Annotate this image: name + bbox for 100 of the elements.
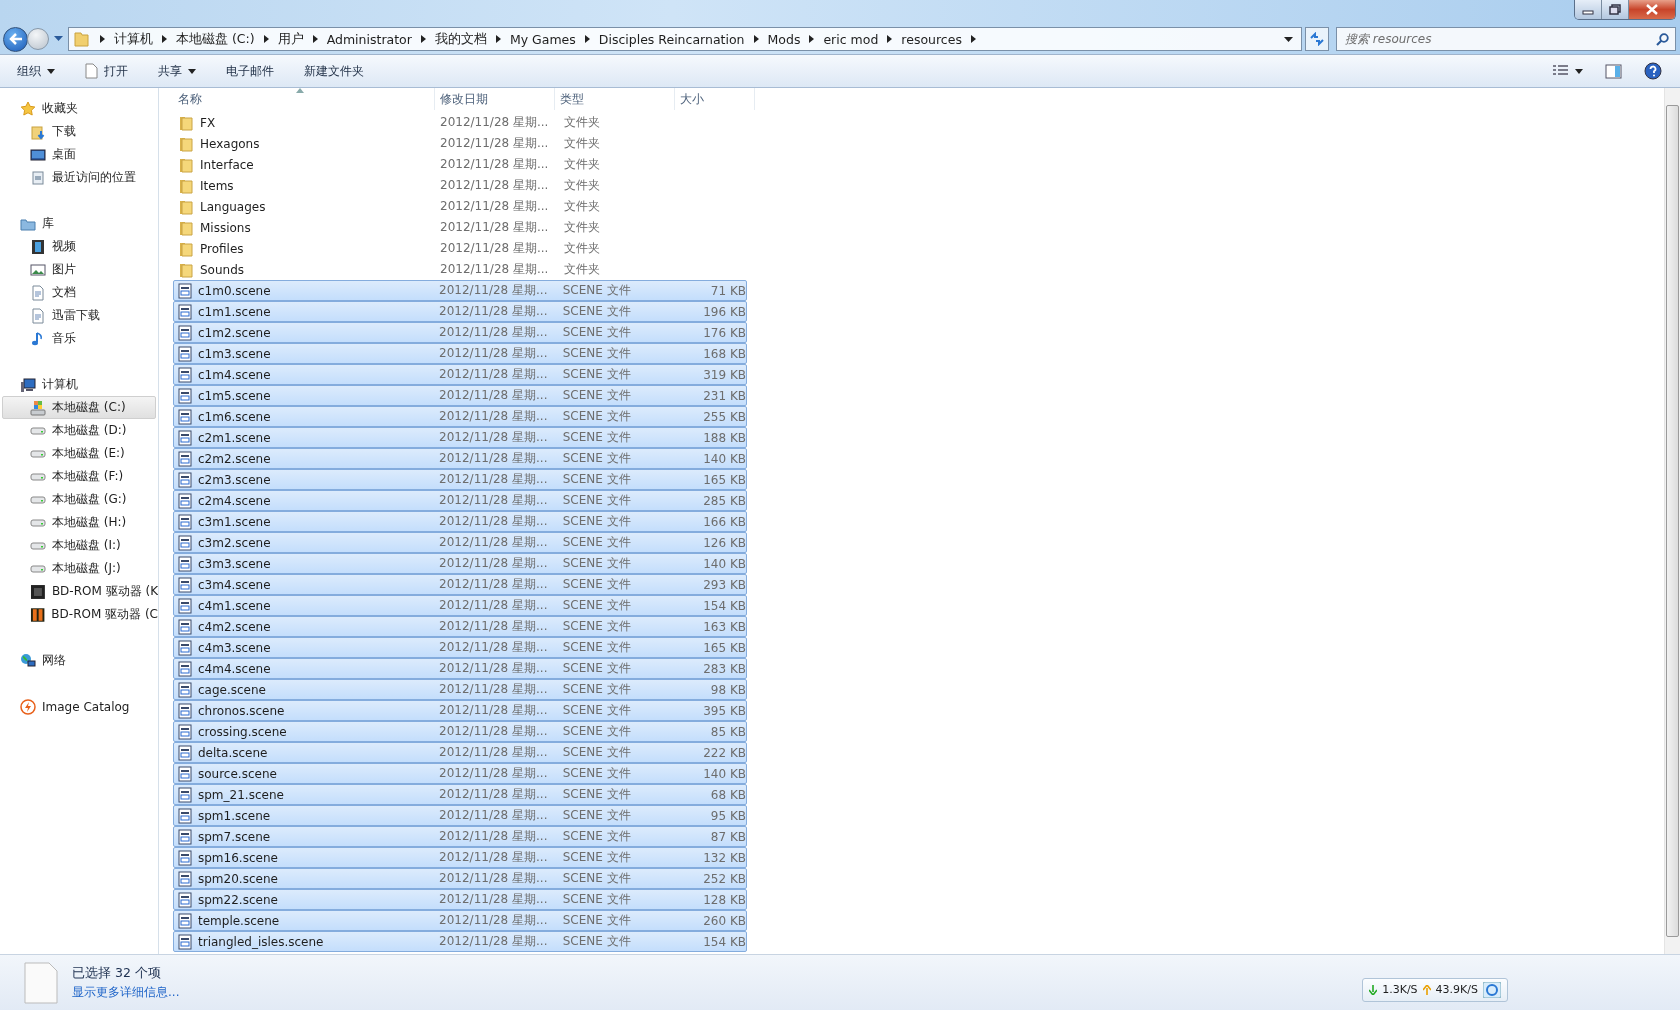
file-name: c3m4.scene <box>198 577 271 592</box>
breadcrumb-item[interactable]: eric mod <box>823 31 879 47</box>
file-row[interactable]: Items 2012/11/28 星期... 文件夹 <box>173 175 747 196</box>
navigation-group[interactable]: 网络 <box>0 649 158 672</box>
breadcrumb-item[interactable]: 本地磁盘 (C:) <box>176 30 255 48</box>
file-row[interactable]: Missions 2012/11/28 星期... 文件夹 <box>173 217 747 238</box>
breadcrumb-item[interactable]: 用户 <box>277 30 304 48</box>
file-row[interactable]: c3m1.scene 2012/11/28 星期... SCENE 文件 166 KB <box>173 511 747 532</box>
file-name: spm7.scene <box>198 829 271 844</box>
toolbar-button[interactable]: 新建文件夹 <box>295 58 373 84</box>
file-row[interactable]: crossing.scene 2012/11/28 星期... SCENE 文件 85 KB <box>173 721 747 742</box>
breadcrumb-item[interactable]: resources <box>901 31 962 47</box>
toolbar-button[interactable]: 打开 <box>76 58 137 84</box>
file-row[interactable]: triangled_isles.scene 2012/11/28 星期... SCENE 文件 154 KB <box>173 931 747 952</box>
toolbar-button[interactable]: 组织 <box>8 58 64 84</box>
file-name: Interface <box>200 157 254 172</box>
type-cell-text: SCENE 文件 <box>561 345 632 362</box>
column-header[interactable]: 名称 <box>173 88 435 110</box>
file-name: spm20.scene <box>198 871 278 886</box>
date-cell-text: 2012/11/28 星期... <box>438 618 549 635</box>
file-row[interactable]: c1m5.scene 2012/11/28 星期... SCENE 文件 231 KB <box>173 385 747 406</box>
file-row[interactable]: Languages 2012/11/28 星期... 文件夹 <box>173 196 747 217</box>
navigation-item[interactable]: 本地磁盘 (I:) <box>0 534 158 557</box>
navigation-item[interactable]: 视频 <box>0 235 158 258</box>
navigation-item[interactable]: 本地磁盘 (H:) <box>0 511 158 534</box>
search-field[interactable]: 搜索 resources <box>1336 27 1676 51</box>
breadcrumb-item[interactable]: Administrator <box>326 31 412 47</box>
details-link[interactable]: 显示更多详细信息... <box>72 983 180 1001</box>
file-row[interactable]: chronos.scene 2012/11/28 星期... SCENE 文件 395 KB <box>173 700 747 721</box>
file-row[interactable]: c4m2.scene 2012/11/28 星期... SCENE 文件 163 KB <box>173 616 747 637</box>
file-row[interactable]: spm20.scene 2012/11/28 星期... SCENE 文件 252 KB <box>173 868 747 889</box>
file-row[interactable]: c1m0.scene 2012/11/28 星期... SCENE 文件 71 KB <box>173 280 747 301</box>
navigation-item[interactable]: 本地磁盘 (C:) <box>2 396 156 419</box>
toolbar-button[interactable]: 共享 <box>149 58 205 84</box>
file-row[interactable]: c4m1.scene 2012/11/28 星期... SCENE 文件 154 KB <box>173 595 747 616</box>
size-cell-text: 85 KB <box>709 724 746 739</box>
breadcrumb-item[interactable]: Mods <box>767 31 801 47</box>
file-row[interactable]: Hexagons 2012/11/28 星期... 文件夹 <box>173 133 747 154</box>
file-row[interactable]: source.scene 2012/11/28 星期... SCENE 文件 140 KB <box>173 763 747 784</box>
file-row[interactable]: spm7.scene 2012/11/28 星期... SCENE 文件 87 KB <box>173 826 747 847</box>
navigation-item[interactable]: BD-ROM 驱动器 (K <box>0 580 158 603</box>
navigation-item[interactable]: 迅雷下载 <box>0 304 158 327</box>
date-cell-text: 2012/11/28 星期... <box>439 177 550 194</box>
file-row[interactable]: c2m4.scene 2012/11/28 星期... SCENE 文件 285 KB <box>173 490 747 511</box>
file-row[interactable]: c2m2.scene 2012/11/28 星期... SCENE 文件 140 KB <box>173 448 747 469</box>
navigation-group[interactable]: 库 <box>0 212 158 235</box>
file-row[interactable]: c1m2.scene 2012/11/28 星期... SCENE 文件 176 KB <box>173 322 747 343</box>
file-row[interactable]: FX 2012/11/28 星期... 文件夹 <box>173 112 747 133</box>
column-header[interactable]: 修改日期 <box>435 88 555 110</box>
navigation-item[interactable]: 本地磁盘 (D:) <box>0 419 158 442</box>
file-row[interactable]: c2m1.scene 2012/11/28 星期... SCENE 文件 188 KB <box>173 427 747 448</box>
navigation-item[interactable]: 本地磁盘 (E:) <box>0 442 158 465</box>
file-row[interactable]: c3m2.scene 2012/11/28 星期... SCENE 文件 126 KB <box>173 532 747 553</box>
navigation-item[interactable]: 本地磁盘 (F:) <box>0 465 158 488</box>
navigation-item[interactable]: 本地磁盘 (G:) <box>0 488 158 511</box>
address-bar[interactable]: 计算机 本地磁盘 (C:) 用户 Administrator 我的文档 My Games Disciples Reincarnation Mods eric mod resources <box>68 27 1302 51</box>
file-row[interactable]: Interface 2012/11/28 星期... 文件夹 <box>173 154 747 175</box>
navigation-item[interactable]: 下载 <box>0 120 158 143</box>
navigation-group[interactable]: 收藏夹 <box>0 97 158 120</box>
navigation-item[interactable]: BD-ROM 驱动器 (C <box>0 603 158 626</box>
type-cell-text: 文件夹 <box>563 219 601 236</box>
breadcrumb-item[interactable]: 我的文档 <box>434 30 487 48</box>
file-row[interactable]: c1m1.scene 2012/11/28 星期... SCENE 文件 196 KB <box>173 301 747 322</box>
file-row[interactable]: spm_21.scene 2012/11/28 星期... SCENE 文件 68 KB <box>173 784 747 805</box>
file-row[interactable]: c1m6.scene 2012/11/28 星期... SCENE 文件 255 KB <box>173 406 747 427</box>
column-header[interactable]: 类型 <box>555 88 675 110</box>
file-row[interactable]: cage.scene 2012/11/28 星期... SCENE 文件 98 KB <box>173 679 747 700</box>
file-row[interactable]: c3m4.scene 2012/11/28 星期... SCENE 文件 293 KB <box>173 574 747 595</box>
file-row[interactable]: temple.scene 2012/11/28 星期... SCENE 文件 260 KB <box>173 910 747 931</box>
navigation-item[interactable]: 图片 <box>0 258 158 281</box>
file-row[interactable]: c1m3.scene 2012/11/28 星期... SCENE 文件 168 KB <box>173 343 747 364</box>
file-row[interactable]: spm16.scene 2012/11/28 星期... SCENE 文件 132 KB <box>173 847 747 868</box>
file-row[interactable]: c4m3.scene 2012/11/28 星期... SCENE 文件 165 KB <box>173 637 747 658</box>
navigation-group[interactable]: 计算机 <box>0 373 158 396</box>
breadcrumb-item[interactable]: My Games <box>509 31 576 47</box>
file-row[interactable]: Profiles 2012/11/28 星期... 文件夹 <box>173 238 747 259</box>
type-cell-text: SCENE 文件 <box>561 324 632 341</box>
navigation-item[interactable]: 文档 <box>0 281 158 304</box>
file-name: chronos.scene <box>198 703 285 718</box>
file-row[interactable]: Sounds 2012/11/28 星期... 文件夹 <box>173 259 747 280</box>
file-row[interactable]: c3m3.scene 2012/11/28 星期... SCENE 文件 140 KB <box>173 553 747 574</box>
type-cell-text: SCENE 文件 <box>561 933 632 950</box>
toolbar-button[interactable]: 电子邮件 <box>217 58 283 84</box>
navigation-group[interactable]: Image Catalog <box>0 695 158 718</box>
breadcrumb-item[interactable]: 计算机 <box>114 30 153 48</box>
file-row[interactable]: c4m4.scene 2012/11/28 星期... SCENE 文件 283 KB <box>173 658 747 679</box>
type-cell-text: SCENE 文件 <box>561 723 632 740</box>
breadcrumb-item[interactable]: Disciples Reincarnation <box>598 31 745 47</box>
navigation-item[interactable]: 音乐 <box>0 327 158 350</box>
navigation-item[interactable]: 本地磁盘 (J:) <box>0 557 158 580</box>
file-row[interactable]: delta.scene 2012/11/28 星期... SCENE 文件 222 KB <box>173 742 747 763</box>
column-header[interactable]: 大小 <box>675 88 755 110</box>
file-row[interactable]: c1m4.scene 2012/11/28 星期... SCENE 文件 319 KB <box>173 364 747 385</box>
type-cell-text: SCENE 文件 <box>561 660 632 677</box>
file-row[interactable]: c2m3.scene 2012/11/28 星期... SCENE 文件 165 KB <box>173 469 747 490</box>
file-row[interactable]: spm1.scene 2012/11/28 星期... SCENE 文件 95 KB <box>173 805 747 826</box>
navigation-item[interactable]: 最近访问的位置 <box>0 166 158 189</box>
date-cell-text: 2012/11/28 星期... <box>439 240 550 257</box>
file-row[interactable]: spm22.scene 2012/11/28 星期... SCENE 文件 128 KB <box>173 889 747 910</box>
navigation-item[interactable]: 桌面 <box>0 143 158 166</box>
